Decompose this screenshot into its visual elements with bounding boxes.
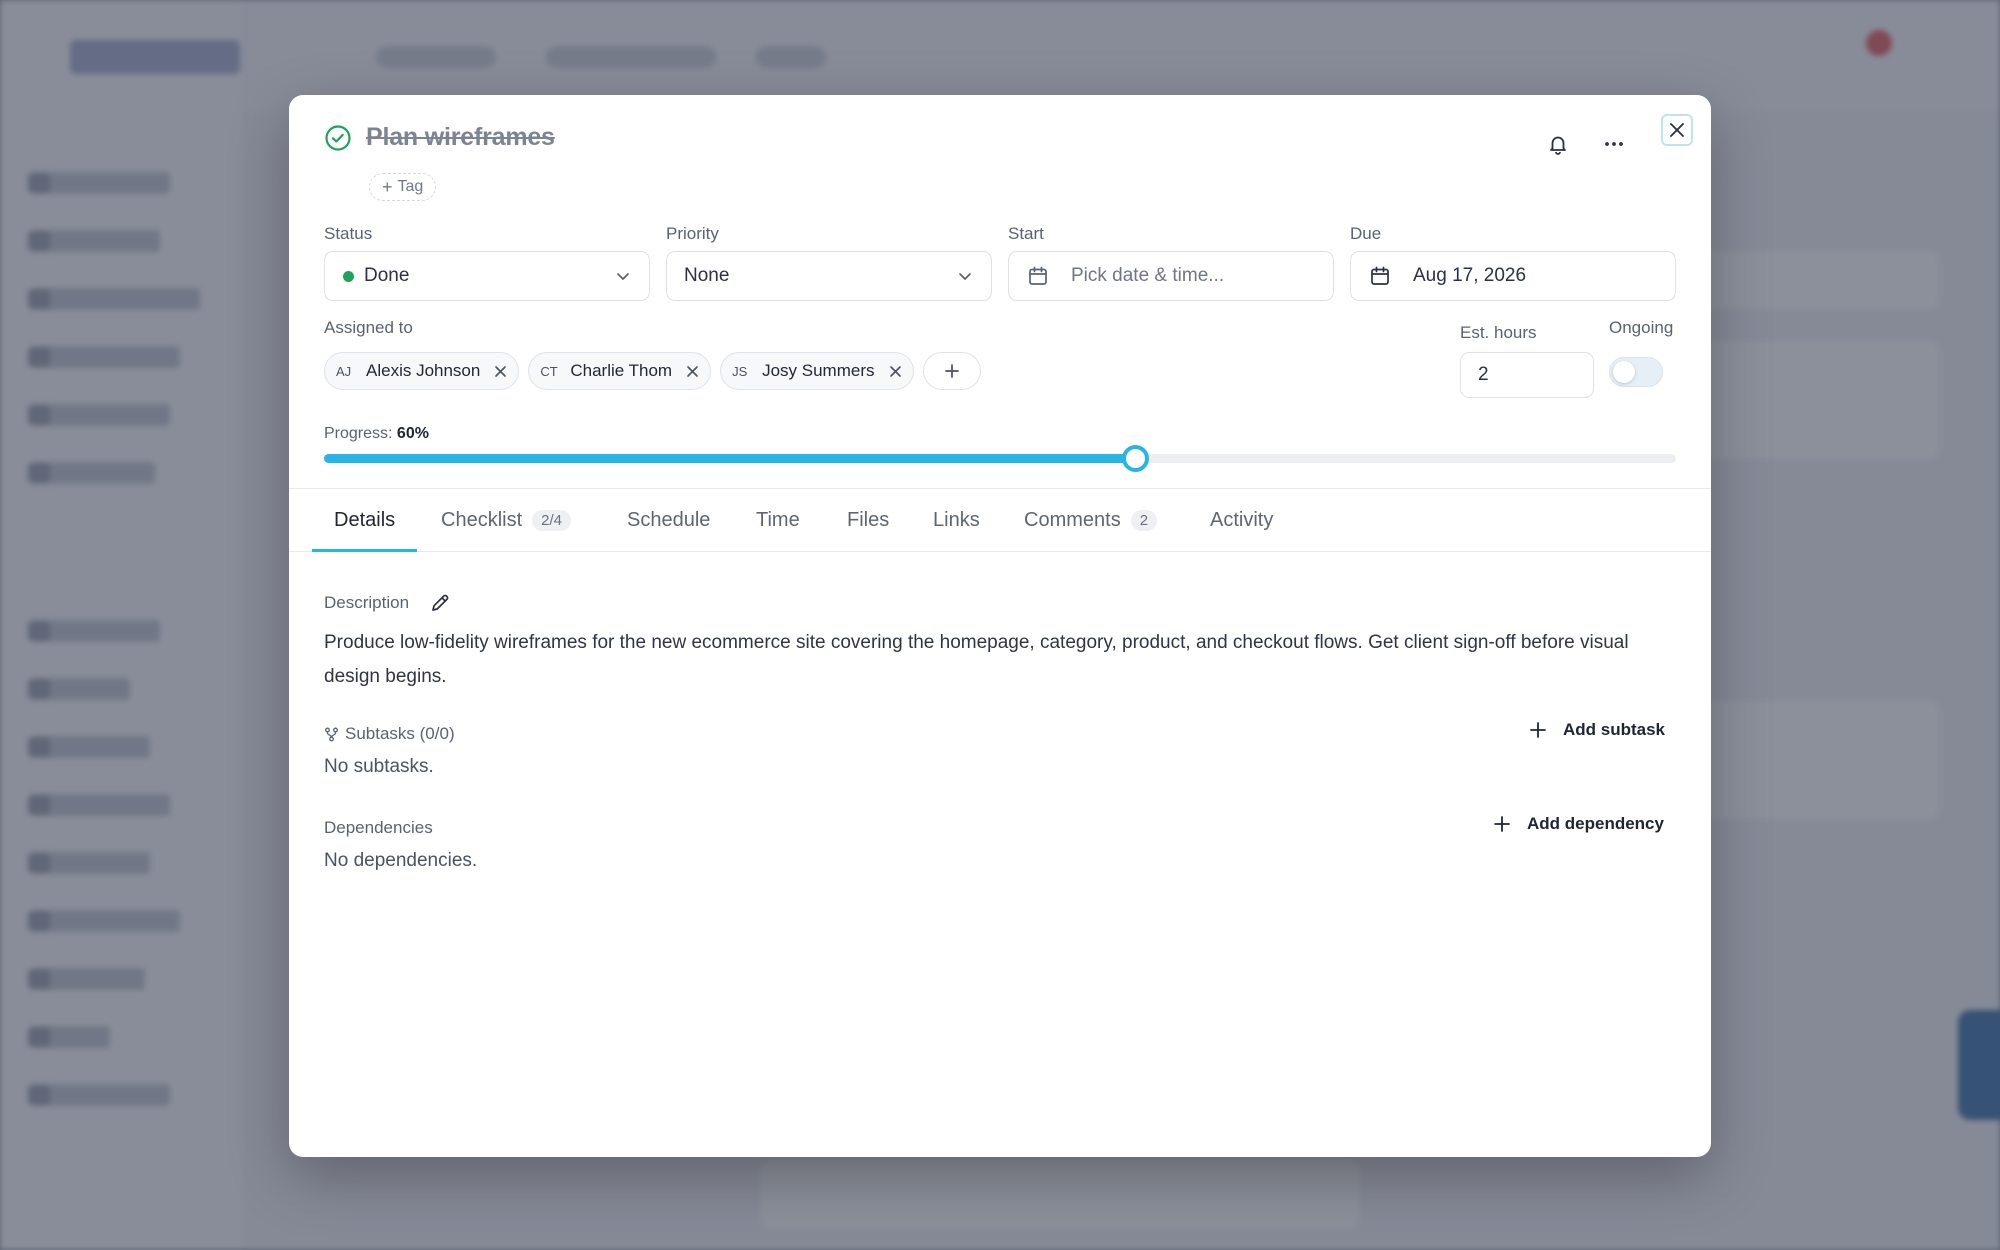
assigned-label: Assigned to [324,318,413,337]
est-hours-label: Est. hours [1460,323,1537,342]
more-icon [1603,133,1625,155]
assignee-name: Alexis Johnson [366,361,481,380]
check-circle-icon[interactable] [324,124,352,152]
tab-details[interactable]: Details [311,489,418,552]
plus-icon [1529,721,1547,739]
tab-label: Time [756,508,800,531]
tab-label: Checklist [441,508,523,531]
task-title[interactable]: Plan wireframes [366,123,555,152]
priority-select[interactable]: None [666,251,992,301]
est-hours-input[interactable]: 2 [1460,352,1594,398]
assignee-chip[interactable]: JS Josy Summers [720,352,914,390]
tab-label: Details [334,508,396,531]
due-date-picker[interactable]: Aug 17, 2026 [1350,251,1676,301]
dependencies-empty-text: No dependencies. [324,850,478,871]
due-label: Due [1350,224,1382,243]
add-subtask-button[interactable]: Add subtask [1529,720,1665,740]
more-options-button[interactable] [1597,127,1631,161]
tab-checklist[interactable]: Checklist 2/4 [441,489,571,551]
assignee-list: AJ Alexis Johnson CT Charlie Thom JS Jos… [324,352,981,390]
priority-label: Priority [666,224,719,243]
tab-label: Comments [1024,508,1121,531]
progress-slider[interactable] [324,445,1676,472]
tab-label: Activity [1210,508,1274,531]
status-value: Done [364,265,410,286]
assignee-name: Josy Summers [762,361,875,380]
add-dependency-label: Add dependency [1527,814,1664,833]
calendar-icon [1027,265,1049,287]
status-label: Status [324,224,373,243]
toggle-knob [1613,361,1635,383]
progress-value: 60% [396,425,429,442]
status-dot [343,270,354,282]
tab-badge: 2 [1130,509,1158,531]
close-icon [1669,122,1685,138]
description-text[interactable]: Produce low-fidelity wireframes for the … [324,626,1684,694]
start-date-picker[interactable]: Pick date & time... [1008,251,1334,301]
notification-button[interactable] [1541,127,1575,161]
subtasks-label: Subtasks (0/0) [345,724,455,743]
progress-slider-handle[interactable] [1122,445,1150,472]
pencil-icon[interactable] [429,592,451,614]
add-tag-label: Tag [397,178,424,195]
assignee-initials: JS [732,363,748,379]
assignee-chip[interactable]: AJ Alexis Johnson [324,352,520,390]
chevron-down-icon [957,268,973,290]
add-tag-button[interactable]: + Tag [369,173,437,201]
subtask-icon [324,727,339,742]
remove-assignee-icon[interactable] [686,365,699,378]
tab-activity[interactable]: Activity [1210,489,1273,551]
assignee-initials: AJ [336,363,352,379]
title-row: Plan wireframes [324,123,555,152]
subtasks-header: Subtasks (0/0) [324,724,455,744]
status-select[interactable]: Done [324,251,650,301]
remove-assignee-icon[interactable] [889,365,902,378]
ongoing-toggle[interactable] [1609,357,1663,387]
calendar-icon [1369,265,1391,287]
add-assignee-button[interactable] [922,352,981,390]
tab-schedule[interactable]: Schedule [627,489,710,551]
tab-label: Files [847,508,890,531]
assignee-name: Charlie Thom [570,361,673,380]
progress-label-text: Progress: [324,425,393,442]
progress-fill [324,454,1136,463]
progress-label: Progress: 60% [324,425,429,443]
remove-assignee-icon[interactable] [494,365,507,378]
add-dependency-button[interactable]: Add dependency [1493,814,1664,834]
tab-label: Links [933,508,980,531]
assignee-chip[interactable]: CT Charlie Thom [528,352,712,390]
priority-value: None [684,265,730,286]
tab-files[interactable]: Files [847,489,889,551]
close-button[interactable] [1661,114,1693,146]
tab-badge: 2/4 [532,509,571,531]
tab-label: Schedule [627,508,711,531]
plus-icon [943,362,961,380]
task-detail-modal: Plan wireframes + Tag Status Done Priori… [289,95,1711,1157]
tab-bar: Details Checklist 2/4 Schedule Time Files… [289,488,1711,552]
due-date-value: Aug 17, 2026 [1413,265,1527,286]
chevron-down-icon [615,268,631,290]
dependencies-label: Dependencies [324,818,433,837]
start-date-placeholder: Pick date & time... [1071,265,1225,286]
tab-links[interactable]: Links [933,489,980,551]
tab-time[interactable]: Time [756,489,800,551]
tab-comments[interactable]: Comments 2 [1024,489,1158,551]
start-label: Start [1008,224,1044,243]
plus-icon [1493,815,1511,833]
description-label: Description [324,593,410,612]
bell-icon [1547,133,1569,155]
description-header: Description [324,592,451,614]
plus-icon: + [382,177,393,197]
subtasks-empty-text: No subtasks. [324,756,434,777]
assignee-initials: CT [540,363,558,379]
ongoing-label: Ongoing [1609,318,1674,337]
add-subtask-label: Add subtask [1563,720,1666,739]
